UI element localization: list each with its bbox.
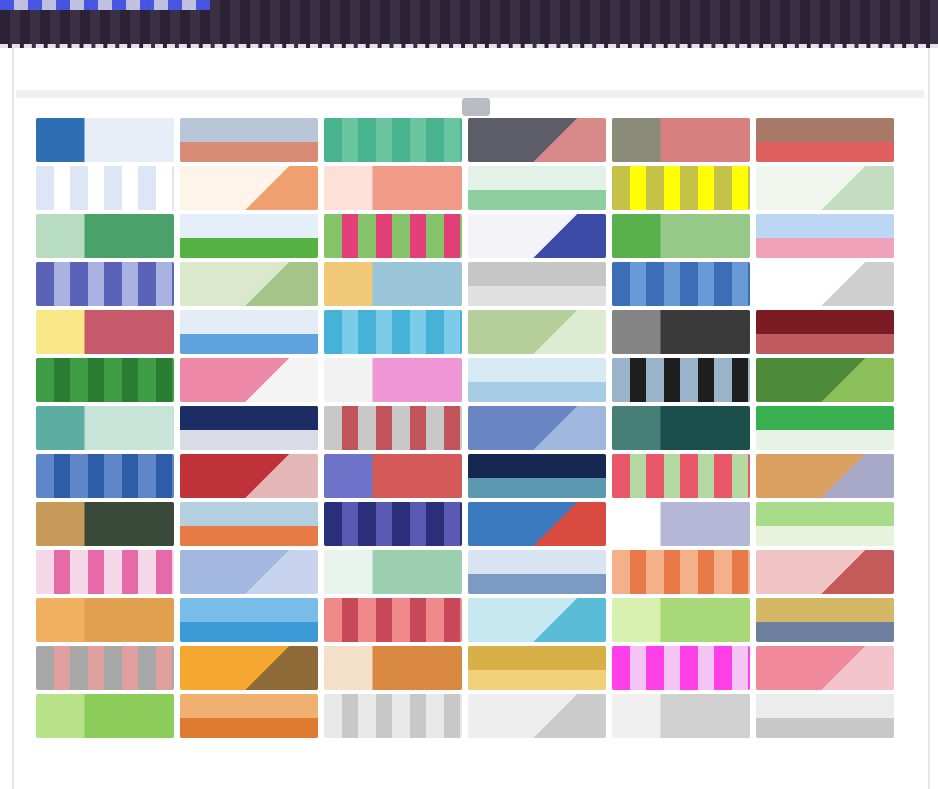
thumbnail-card[interactable] (468, 646, 606, 690)
thumbnail-card[interactable] (756, 406, 894, 450)
thumbnail-card[interactable] (468, 310, 606, 354)
thumbnail-card[interactable] (612, 310, 750, 354)
thumbnail-card[interactable] (180, 358, 318, 402)
thumbnail-card[interactable] (324, 118, 462, 162)
thumbnail-card[interactable] (36, 502, 174, 546)
thumbnail-card[interactable] (36, 454, 174, 498)
thumbnail-card[interactable] (324, 694, 462, 738)
thumbnail-card[interactable] (612, 598, 750, 642)
thumbnail-card[interactable] (36, 550, 174, 594)
thumbnail-card[interactable] (36, 166, 174, 210)
thumbnail-card[interactable] (468, 454, 606, 498)
top-bar (0, 0, 938, 48)
thumbnail-card[interactable] (324, 358, 462, 402)
page-subtitle (182, 50, 362, 66)
thumbnail-card[interactable] (468, 502, 606, 546)
thumbnail-card[interactable] (324, 646, 462, 690)
thumbnail-card[interactable] (324, 598, 462, 642)
thumbnail-card[interactable] (612, 502, 750, 546)
thumbnail-card[interactable] (180, 598, 318, 642)
thumbnail-card[interactable] (324, 214, 462, 258)
header-separator (16, 90, 924, 98)
thumbnail-card[interactable] (612, 454, 750, 498)
thumbnail-card[interactable] (468, 358, 606, 402)
thumbnail-card[interactable] (756, 646, 894, 690)
thumbnail-card[interactable] (612, 118, 750, 162)
scroll-handle[interactable] (462, 98, 490, 116)
thumbnail-card[interactable] (324, 166, 462, 210)
thumbnail-card[interactable] (36, 406, 174, 450)
thumbnail-card[interactable] (756, 598, 894, 642)
thumbnail-card[interactable] (468, 118, 606, 162)
thumbnail-card[interactable] (36, 358, 174, 402)
thumbnail-card[interactable] (324, 406, 462, 450)
thumbnail-card[interactable] (324, 310, 462, 354)
thumbnail-card[interactable] (756, 118, 894, 162)
thumbnail-card[interactable] (324, 550, 462, 594)
thumbnail-card[interactable] (612, 358, 750, 402)
thumbnail-card[interactable] (180, 550, 318, 594)
thumbnail-card[interactable] (612, 214, 750, 258)
thumbnail-card[interactable] (612, 646, 750, 690)
thumbnail-card[interactable] (180, 502, 318, 546)
thumbnail-card[interactable] (612, 262, 750, 306)
thumbnail-card[interactable] (36, 598, 174, 642)
thumbnail-card[interactable] (36, 262, 174, 306)
thumbnail-card[interactable] (324, 262, 462, 306)
thumbnail-grid (36, 118, 912, 786)
thumbnail-card[interactable] (36, 694, 174, 738)
thumbnail-card[interactable] (468, 262, 606, 306)
thumbnail-card[interactable] (180, 262, 318, 306)
thumbnail-card[interactable] (468, 598, 606, 642)
thumbnail-card[interactable] (180, 166, 318, 210)
thumbnail-card[interactable] (756, 502, 894, 546)
thumbnail-card[interactable] (756, 454, 894, 498)
thumbnail-card[interactable] (36, 118, 174, 162)
thumbnail-card[interactable] (468, 550, 606, 594)
thumbnail-card[interactable] (468, 166, 606, 210)
thumbnail-card[interactable] (180, 406, 318, 450)
thumbnail-card[interactable] (180, 694, 318, 738)
thumbnail-card[interactable] (756, 694, 894, 738)
thumbnail-card[interactable] (468, 694, 606, 738)
thumbnail-card[interactable] (756, 214, 894, 258)
thumbnail-card[interactable] (756, 262, 894, 306)
thumbnail-card[interactable] (468, 214, 606, 258)
thumbnail-card[interactable] (36, 646, 174, 690)
thumbnail-card[interactable] (612, 166, 750, 210)
thumbnail-card[interactable] (756, 550, 894, 594)
thumbnail-card[interactable] (180, 454, 318, 498)
thumbnail-card[interactable] (756, 358, 894, 402)
thumbnail-card[interactable] (324, 502, 462, 546)
thumbnail-card[interactable] (36, 214, 174, 258)
thumbnail-card[interactable] (612, 550, 750, 594)
thumbnail-card[interactable] (36, 310, 174, 354)
thumbnail-card[interactable] (180, 646, 318, 690)
thumbnail-card[interactable] (756, 310, 894, 354)
thumbnail-card[interactable] (180, 118, 318, 162)
thumbnail-card[interactable] (468, 406, 606, 450)
thumbnail-card[interactable] (756, 166, 894, 210)
top-bar-pattern (0, 0, 210, 10)
thumbnail-card[interactable] (180, 310, 318, 354)
thumbnail-card[interactable] (612, 694, 750, 738)
thumbnail-card[interactable] (324, 454, 462, 498)
thumbnail-card[interactable] (612, 406, 750, 450)
thumbnail-card[interactable] (180, 214, 318, 258)
